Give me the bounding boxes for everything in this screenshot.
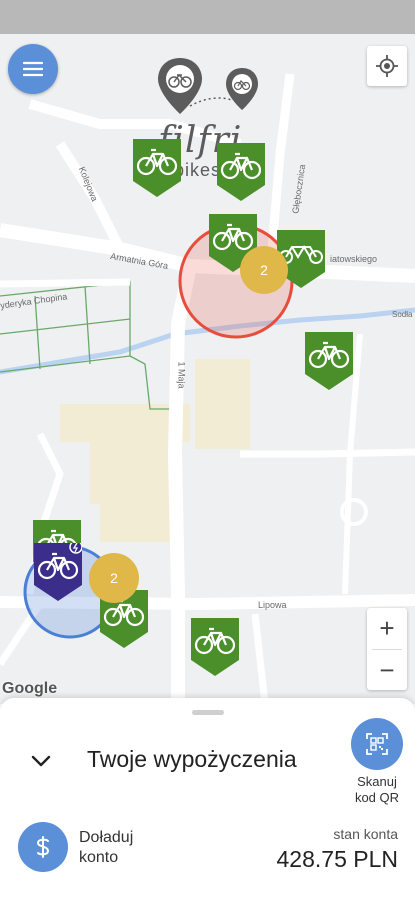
my-location-icon xyxy=(376,55,398,77)
top-up-label-line1: Doładuj xyxy=(79,829,134,846)
map-view[interactable]: Kolejowa Armatnia Góra yderyka Chopina G… xyxy=(0,34,415,704)
ebike-station-pin[interactable] xyxy=(34,540,83,601)
sheet-drag-handle[interactable] xyxy=(192,710,224,715)
bottom-sheet: Twoje wypożyczenia Skanuj kod QR Doładuj… xyxy=(0,698,415,900)
bike-cluster-marker[interactable]: 2 xyxy=(240,246,288,294)
street-label-1-maja: 1 Maja xyxy=(176,361,187,389)
street-label-lipowa: Lipowa xyxy=(258,600,287,610)
zoom-out-button[interactable]: − xyxy=(367,650,407,691)
street-label-kosciuszki: iatowskiego xyxy=(330,254,378,264)
electric-bicycle-icon xyxy=(34,540,83,601)
scan-qr-label-line2: kod QR xyxy=(354,790,400,805)
balance-value: 428.75 PLN xyxy=(276,846,398,872)
zoom-controls: + − xyxy=(367,608,407,690)
chevron-down-icon xyxy=(31,755,51,767)
brand-subtitle: bikes xyxy=(174,160,222,180)
balance-label: stan konta xyxy=(333,826,398,842)
bike-station-pin[interactable] xyxy=(133,139,181,197)
brand-pin-icons xyxy=(158,58,258,114)
dollar-icon xyxy=(36,836,50,858)
river-label: Sodła xyxy=(392,310,413,319)
bicycle-icon xyxy=(191,618,239,676)
rentals-title[interactable]: Twoje wypożyczenia xyxy=(87,746,297,773)
menu-icon xyxy=(23,61,43,77)
bicycle-icon xyxy=(305,332,353,390)
collapse-rentals-button[interactable] xyxy=(28,748,54,774)
top-up-label[interactable]: Doładuj konto xyxy=(79,828,169,868)
scan-qr-label-line1: Skanuj xyxy=(357,774,397,789)
bike-station-pin[interactable] xyxy=(305,332,353,390)
menu-button[interactable] xyxy=(8,44,58,94)
status-bar xyxy=(0,0,415,34)
qr-code-icon xyxy=(366,733,388,755)
bike-station-pin[interactable] xyxy=(217,143,265,201)
bike-station-pin[interactable] xyxy=(191,618,239,676)
bicycle-icon xyxy=(133,139,181,197)
scan-qr-button[interactable] xyxy=(351,718,403,770)
bicycle-icon xyxy=(217,143,265,201)
zoom-in-button[interactable]: + xyxy=(367,608,407,649)
google-attribution: Google xyxy=(2,680,58,697)
top-up-button[interactable] xyxy=(18,822,68,872)
my-location-button[interactable] xyxy=(367,46,407,86)
scan-qr-label: Skanuj kod QR xyxy=(340,774,414,806)
bike-cluster-marker[interactable]: 2 xyxy=(89,553,139,603)
top-up-label-line2: konto xyxy=(79,849,119,866)
